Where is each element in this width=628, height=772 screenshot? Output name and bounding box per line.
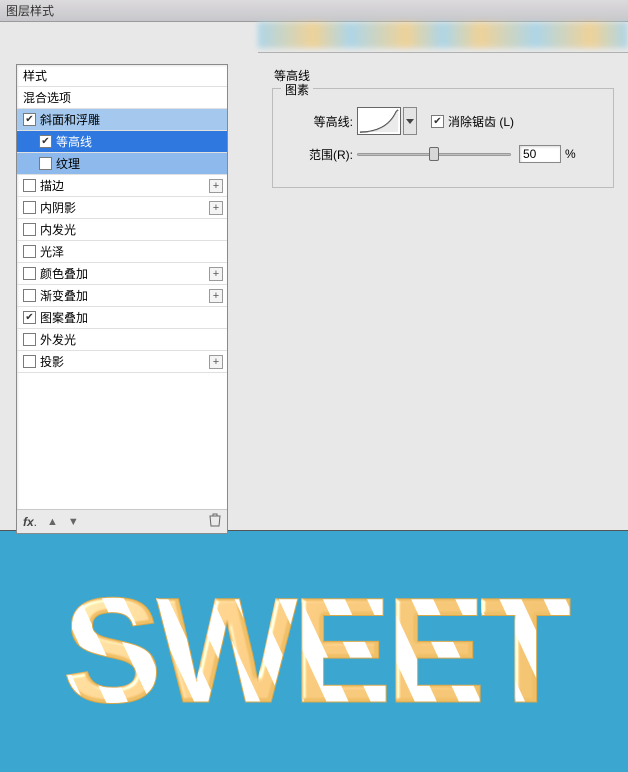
contour-row: 等高线: 消除锯齿 (L): [285, 107, 601, 135]
window-title: 图层样式: [6, 2, 54, 19]
style-item-label: 纹理: [56, 153, 80, 175]
style-item-label: 描边: [40, 175, 64, 197]
style-item-label: 颜色叠加: [40, 263, 88, 285]
style-list: 样式 混合选项 斜面和浮雕等高线纹理描边 + 内阴影 + 内发光光泽颜色叠加 + 渐变叠加 +…: [17, 65, 227, 509]
dialog-body: 样式 混合选项 斜面和浮雕等高线纹理描边+内阴影+内发光光泽颜色叠加+渐变叠加+…: [0, 22, 628, 530]
move-up-button[interactable]: ▲: [47, 516, 58, 528]
style-item-patoverlay[interactable]: 图案叠加: [17, 307, 227, 329]
style-checkbox[interactable]: [23, 355, 36, 368]
contour-dropdown-button[interactable]: [403, 107, 417, 135]
style-item-label: 光泽: [40, 241, 64, 263]
style-item-satin[interactable]: 光泽: [17, 241, 227, 263]
blend-options-label: 混合选项: [23, 87, 71, 109]
style-item-label: 等高线: [56, 131, 92, 153]
elements-group: 图素 等高线: 消除锯齿 (L) 范围(R):: [272, 88, 614, 188]
style-checkbox[interactable]: [39, 135, 52, 148]
contour-picker[interactable]: [357, 107, 401, 135]
add-effect-button[interactable]: +: [209, 179, 223, 193]
style-item-label: 图案叠加: [40, 307, 88, 329]
style-item-texture[interactable]: 纹理: [17, 153, 227, 175]
fx-menu-button[interactable]: fx.: [23, 515, 37, 529]
style-item-dropshadow[interactable]: 投影 +: [17, 351, 227, 373]
titlebar[interactable]: 图层样式: [0, 0, 628, 22]
style-checkbox[interactable]: [23, 113, 36, 126]
style-item-label: 渐变叠加: [40, 285, 88, 307]
antialias-label: 消除锯齿 (L): [448, 113, 514, 130]
style-item-label: 投影: [40, 351, 64, 373]
style-item-label: 斜面和浮雕: [40, 109, 100, 131]
style-item-outerglow[interactable]: 外发光: [17, 329, 227, 351]
range-label: 范围(R):: [285, 146, 357, 163]
add-effect-button[interactable]: +: [209, 201, 223, 215]
contour-label: 等高线:: [285, 113, 357, 130]
antialias-checkbox[interactable]: [431, 115, 444, 128]
style-checkbox[interactable]: [23, 267, 36, 280]
range-slider[interactable]: [357, 145, 511, 163]
style-item-label: 内发光: [40, 219, 76, 241]
settings-panel: 等高线 图素 等高线: 消除锯齿 (L) 范围(R): [258, 52, 628, 530]
style-item-contour[interactable]: 等高线: [17, 131, 227, 153]
style-checkbox[interactable]: [23, 245, 36, 258]
style-item-bevel[interactable]: 斜面和浮雕: [17, 109, 227, 131]
preview-text: SWEET: [14, 552, 614, 752]
style-checkbox[interactable]: [23, 179, 36, 192]
background-blur: [258, 22, 628, 48]
svg-text:SWEET: SWEET: [62, 566, 571, 734]
style-item-innerglow[interactable]: 内发光: [17, 219, 227, 241]
style-checkbox[interactable]: [23, 333, 36, 346]
style-checkbox[interactable]: [39, 157, 52, 170]
range-unit: %: [565, 147, 576, 161]
add-effect-button[interactable]: +: [209, 355, 223, 369]
styles-header[interactable]: 样式: [17, 65, 227, 87]
style-checkbox[interactable]: [23, 223, 36, 236]
style-item-stroke[interactable]: 描边 +: [17, 175, 227, 197]
range-row: 范围(R): %: [285, 145, 601, 163]
style-checkbox[interactable]: [23, 201, 36, 214]
section-title: 等高线: [274, 67, 614, 84]
add-effect-button[interactable]: +: [209, 289, 223, 303]
style-checkbox[interactable]: [23, 311, 36, 324]
style-checkbox[interactable]: [23, 289, 36, 302]
add-effect-button[interactable]: +: [209, 267, 223, 281]
group-legend: 图素: [281, 81, 313, 98]
range-input[interactable]: [519, 145, 561, 163]
canvas-preview: SWEET: [0, 530, 628, 772]
style-item-coloroverlay[interactable]: 颜色叠加 +: [17, 263, 227, 285]
styles-sidebar: 样式 混合选项 斜面和浮雕等高线纹理描边 + 内阴影 + 内发光光泽颜色叠加 + 渐变叠加 +…: [16, 64, 228, 534]
trash-button[interactable]: [209, 513, 221, 530]
layer-style-dialog: 图层样式 样式 混合选项 斜面和浮雕等高线纹理描边+内阴影+内发光光泽颜色叠加+…: [0, 0, 628, 772]
style-item-gradoverlay[interactable]: 渐变叠加 +: [17, 285, 227, 307]
style-item-innershadow[interactable]: 内阴影 +: [17, 197, 227, 219]
styles-header-label: 样式: [23, 65, 47, 87]
style-item-label: 外发光: [40, 329, 76, 351]
move-down-button[interactable]: ▼: [68, 516, 79, 528]
blend-options[interactable]: 混合选项: [17, 87, 227, 109]
style-item-label: 内阴影: [40, 197, 76, 219]
sidebar-footer: fx. ▲ ▼: [17, 509, 227, 533]
